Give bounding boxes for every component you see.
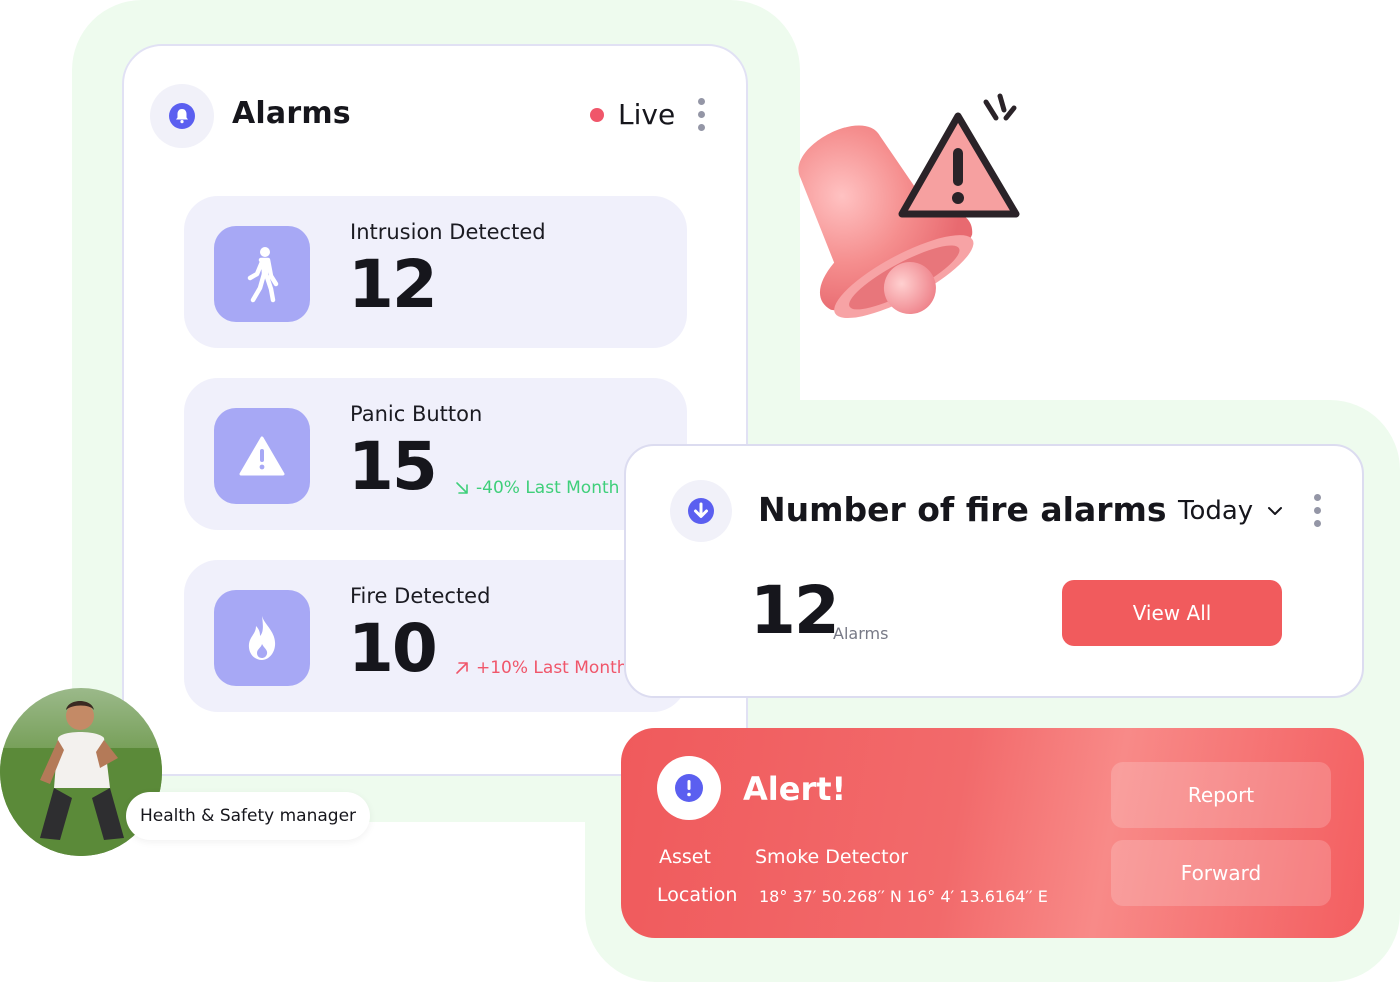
- alert-title: Alert!: [743, 770, 847, 808]
- fire-card-more-options-icon[interactable]: [1314, 494, 1321, 527]
- alarms-header-badge: [150, 84, 214, 148]
- fire-alarms-title: Number of fire alarms: [758, 490, 1167, 529]
- forward-button[interactable]: Forward: [1111, 840, 1331, 906]
- trend-text: -40% Last Month: [476, 478, 620, 498]
- stat-card-panic-button[interactable]: Panic Button 15 -40% Last Month: [184, 378, 687, 530]
- asset-label: Asset: [659, 846, 711, 868]
- fire-card-badge: [670, 480, 732, 542]
- stat-value: 10: [348, 610, 438, 687]
- bell-icon: [169, 103, 195, 129]
- chevron-down-icon: [1268, 507, 1283, 515]
- stat-trend-up: +10% Last Month: [454, 658, 628, 678]
- stat-label: Intrusion Detected: [350, 220, 546, 244]
- stat-icon-tile: [214, 408, 310, 504]
- stat-card-intrusion[interactable]: Intrusion Detected 12: [184, 196, 687, 348]
- stat-value: 15: [348, 428, 438, 505]
- exclamation-circle-icon: [675, 774, 703, 802]
- flame-icon: [248, 616, 276, 660]
- stat-icon-tile: [214, 590, 310, 686]
- asset-value: Smoke Detector: [755, 846, 909, 868]
- stat-value: 12: [348, 246, 438, 323]
- alert-badge: [657, 756, 721, 820]
- stat-label: Panic Button: [350, 402, 483, 426]
- trend-text: +10% Last Month: [476, 658, 628, 678]
- live-status-label: Live: [618, 98, 676, 131]
- alarm-bell-illustration: [798, 93, 1020, 319]
- period-select[interactable]: Today: [1178, 496, 1283, 526]
- arrow-down-right-icon: [456, 482, 468, 494]
- period-select-value: Today: [1178, 496, 1254, 526]
- location-value: 18° 37′ 50.268′′ N 16° 4′ 13.6164′′ E: [759, 887, 1048, 906]
- report-button[interactable]: Report: [1111, 762, 1331, 828]
- role-badge: Health & Safety manager: [126, 792, 370, 840]
- fire-alarm-count: 12: [750, 572, 840, 649]
- warning-triangle-icon: [239, 436, 285, 476]
- live-indicator-dot: [590, 108, 604, 122]
- alarms-title: Alarms: [232, 96, 351, 131]
- stat-label: Fire Detected: [350, 584, 491, 608]
- stat-icon-tile: [214, 226, 310, 322]
- stat-card-fire-detected[interactable]: Fire Detected 10 +10% Last Month: [184, 560, 687, 712]
- alert-card: Alert! Asset Smoke Detector Location 18°…: [621, 728, 1364, 938]
- arrow-down-circle-icon: [688, 498, 714, 524]
- location-label: Location: [657, 884, 738, 906]
- alarms-more-options-icon[interactable]: [698, 98, 705, 131]
- fire-alarms-card: Number of fire alarms Today 12 Alarms Vi…: [624, 444, 1364, 698]
- fire-alarm-unit: Alarms: [833, 624, 889, 643]
- stat-trend-down: -40% Last Month: [454, 478, 619, 498]
- view-all-button[interactable]: View All: [1062, 580, 1282, 646]
- walking-person-icon: [247, 247, 279, 303]
- arrow-up-right-icon: [456, 662, 468, 674]
